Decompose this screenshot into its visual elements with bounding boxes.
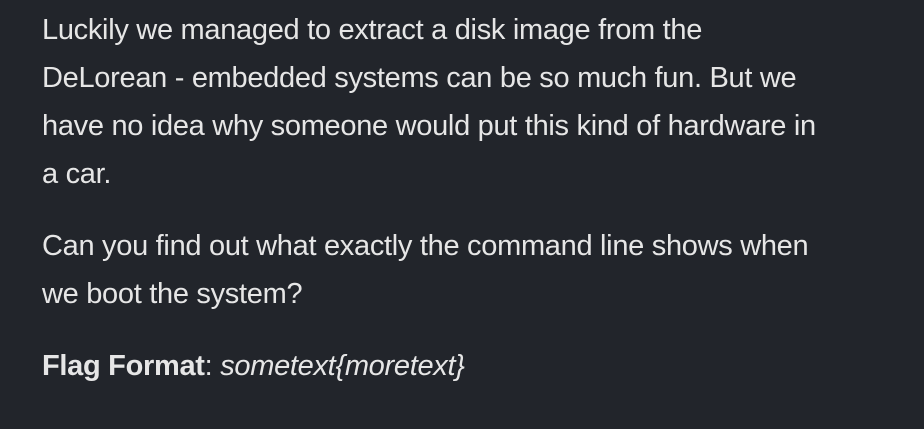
challenge-description: Luckily we managed to extract a disk ima… [42, 6, 902, 390]
flag-format-line: Flag Format: sometext{moretext} [42, 342, 902, 390]
description-paragraph-2: Can you find out what exactly the comman… [42, 230, 809, 310]
flag-format-label: Flag Format [42, 350, 205, 382]
flag-format-value: sometext{moretext} [220, 350, 465, 382]
description-paragraph-1: Luckily we managed to extract a disk ima… [42, 14, 816, 190]
flag-format-separator: : [204, 350, 221, 382]
